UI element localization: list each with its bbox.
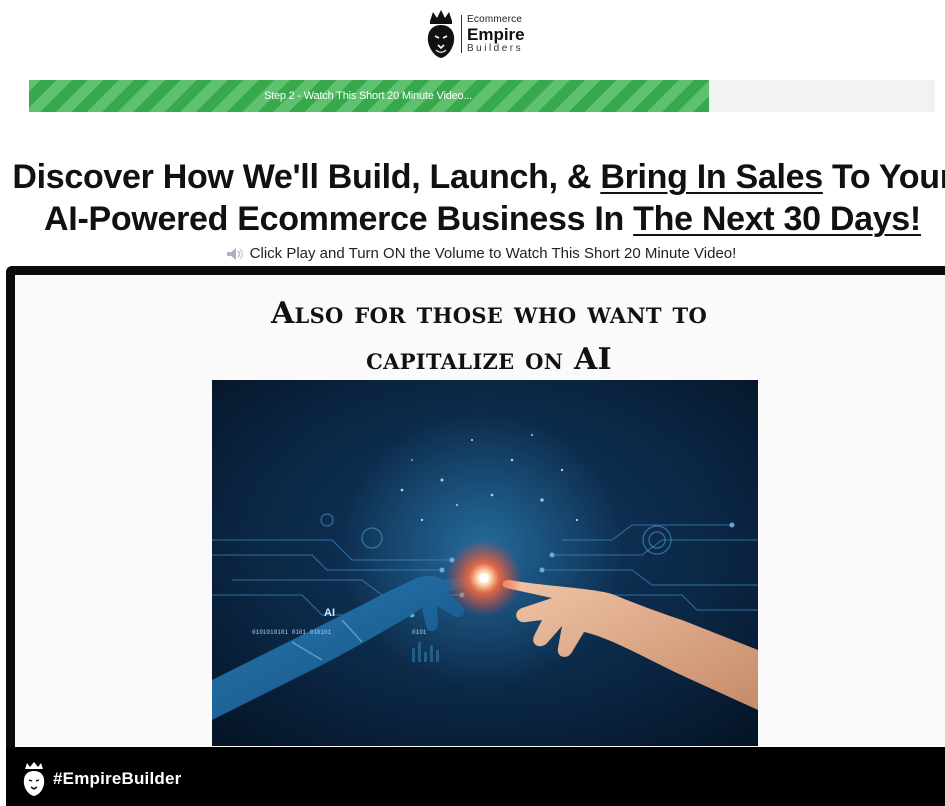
image-ai-label: AI: [324, 607, 335, 619]
logo-wordmark: Ecommerce Empire Builders: [467, 13, 525, 54]
volume-instruction: Click Play and Turn ON the Volume to Wat…: [0, 245, 945, 262]
progress-bar-label: Step 2 - Watch This Short 20 Minute Vide…: [263, 90, 473, 102]
logo-line-builders: Builders: [467, 42, 524, 54]
headline-line1-end: To Your: [822, 158, 945, 196]
ai-hands-image: AI 0101010101 0101 010101 0101: [212, 380, 758, 746]
video-footer-bar: #EmpireBuilder: [6, 747, 945, 806]
page-headline: Discover How We'll Build, Launch, & Brin…: [10, 156, 945, 240]
image-binary-text-2: 0101: [412, 629, 427, 636]
crowned-lion-icon: [427, 10, 455, 58]
step-progress-bar: Step 2 - Watch This Short 20 Minute Vide…: [29, 80, 935, 112]
headline-underlined-next-30-days: The Next 30 Days!: [633, 200, 921, 238]
headline-underlined-bring-in-sales: Bring In Sales: [600, 158, 823, 196]
crowned-lion-icon: [23, 762, 45, 796]
logo-line-ecommerce: Ecommerce: [467, 13, 523, 25]
logo-divider: [461, 15, 462, 53]
slide-title-line1: Also for those who want to: [270, 296, 708, 331]
video-slide: Also for those who want to capitalize on…: [15, 275, 945, 747]
video-player[interactable]: Also for those who want to capitalize on…: [6, 266, 945, 806]
logo-line-empire: Empire: [467, 24, 525, 44]
speaker-volume-icon: [226, 247, 243, 260]
image-binary-text: 0101010101 0101 010101: [252, 629, 332, 636]
video-watermark: #EmpireBuilder: [21, 761, 181, 797]
site-logo[interactable]: Ecommerce Empire Builders: [424, 6, 544, 62]
headline-line1-start: Discover How We'll Build, Launch, &: [12, 158, 601, 196]
headline-line2-start: AI-Powered Ecommerce Business In: [44, 200, 634, 238]
video-hashtag: #EmpireBuilder: [53, 769, 182, 788]
slide-title: Also for those who want to capitalize on…: [15, 291, 945, 383]
slide-title-line2: capitalize on AI: [366, 342, 612, 377]
ai-hands-illustration: AI 0101010101 0101 010101 0101: [212, 380, 758, 746]
volume-instruction-text: Click Play and Turn ON the Volume to Wat…: [249, 245, 737, 262]
